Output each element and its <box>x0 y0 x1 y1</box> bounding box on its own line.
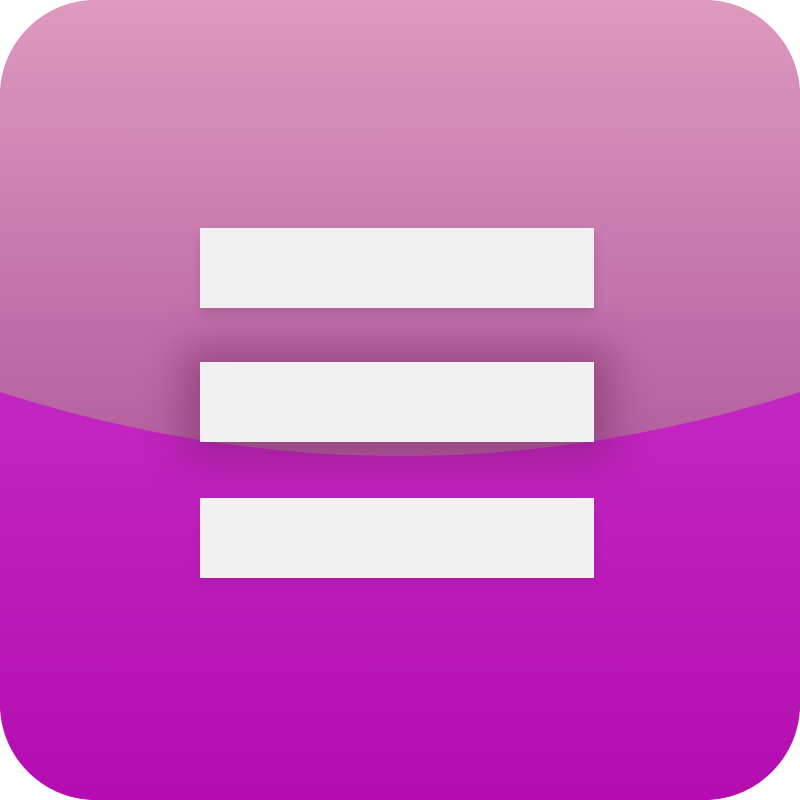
hamburger-menu-icon[interactable] <box>0 0 800 800</box>
menu-bar-middle <box>200 362 594 442</box>
menu-bar-top <box>200 228 594 308</box>
menu-bar-bottom <box>200 498 594 578</box>
